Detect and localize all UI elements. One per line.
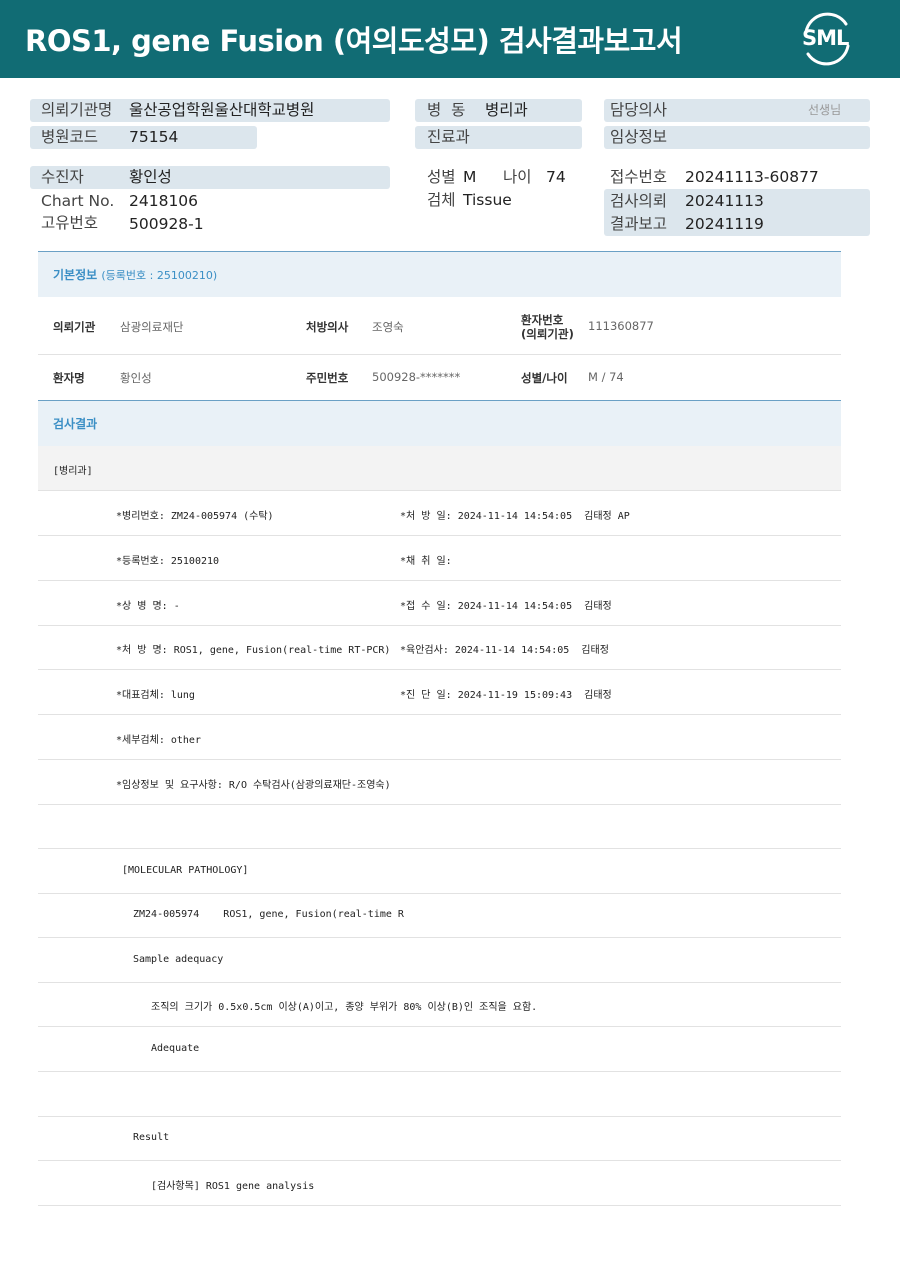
result-row-right: *진 단 일: 2024-11-19 15:09:43 김태정 — [400, 690, 612, 701]
results-header: 검사결과 — [38, 401, 841, 446]
result-row: *대표검체: lung *진 단 일: 2024-11-19 15:09:43 … — [38, 670, 841, 715]
requesting-org-value: 울산공업학원울산대학교병원 — [129, 101, 315, 119]
chart-no-value: 2418106 — [129, 192, 199, 210]
result-row: *상 병 명: - *접 수 일: 2024-11-14 14:54:05 김태… — [38, 581, 841, 626]
blank-row — [38, 1072, 841, 1117]
result-row-left: *세부검체: other — [116, 735, 201, 746]
molecular-pathology-title: [MOLECULAR PATHOLOGY] — [122, 865, 249, 876]
specimen-label: 검체 — [427, 191, 456, 209]
result-row-left: *상 병 명: - — [116, 601, 180, 612]
molecular-pathology-line: ZM24-005974 ROS1, gene, Fusion(real-time… — [133, 909, 404, 920]
sml-logo: SML — [798, 10, 856, 68]
result-row: *세부검체: other — [38, 715, 841, 760]
result-row-right: *육안검사: 2024-11-14 14:54:05 김태정 — [400, 645, 609, 656]
basic-info-title: 기본정보 (등록번호 : 25100210) — [53, 268, 218, 282]
result-row-left: *등록번호: 25100210 — [116, 556, 220, 567]
result-row: *등록번호: 25100210 *채 취 일: — [38, 536, 841, 581]
logo-text: SML — [802, 26, 849, 50]
result-title-row: Result — [38, 1116, 841, 1161]
prescriber-key: 처방의사 — [306, 320, 349, 334]
report-header: ROS1, gene Fusion (여의도성모) 검사결과보고서 SML — [0, 0, 900, 78]
basic-info-row-1: 의뢰기관 삼광의료재단 처방의사 조영숙 환자번호 (의뢰기관) 1113608… — [38, 297, 841, 355]
receipt-no-value: 20241113-60877 — [685, 168, 819, 186]
ward-label: 병 동 — [427, 101, 466, 119]
result-row-left: *처 방 명: ROS1, gene, Fusion(real-time RT-… — [116, 645, 391, 656]
registration-number: (등록번호 : 25100210) — [101, 269, 218, 282]
age-label: 나이 — [503, 168, 532, 186]
sex-age-key: 성별/나이 — [521, 371, 568, 385]
specimen-value: Tissue — [463, 191, 512, 209]
org-key: 의뢰기관 — [53, 320, 96, 334]
patient-value: 황인성 — [129, 168, 172, 186]
result-row: *처 방 명: ROS1, gene, Fusion(real-time RT-… — [38, 625, 841, 670]
sample-adequacy-desc: 조직의 크기가 0.5x0.5cm 이상(A)이고, 종양 부위가 80% 이상… — [151, 1002, 538, 1013]
name-key: 환자명 — [53, 371, 85, 385]
prescriber-value: 조영숙 — [372, 320, 404, 334]
sex-value: M — [463, 168, 477, 186]
adequacy-desc-row: 조직의 크기가 0.5x0.5cm 이상(A)이고, 종양 부위가 80% 이상… — [38, 982, 841, 1027]
patient-label: 수진자 — [41, 168, 84, 186]
report-title: ROS1, gene Fusion (여의도성모) 검사결과보고서 — [25, 24, 683, 58]
mp-title-row: [MOLECULAR PATHOLOGY] — [38, 849, 841, 894]
sample-adequacy-title: Sample adequacy — [133, 954, 224, 965]
hospital-code-label: 병원코드 — [41, 128, 99, 146]
unique-no-label: 고유번호 — [41, 214, 99, 232]
blank-row — [38, 804, 841, 849]
dept-row: [병리과] — [38, 446, 841, 491]
patient-no-key-sub: (의뢰기관) — [521, 327, 574, 341]
test-request-value: 20241113 — [685, 192, 764, 210]
adequacy-value-row: Adequate — [38, 1027, 841, 1072]
rrn-value: 500928-******* — [372, 370, 461, 384]
doctor-suffix: 선생님 — [808, 103, 842, 117]
name-value: 황인성 — [120, 371, 152, 385]
sex-label: 성별 — [427, 168, 456, 186]
result-row-left: *병리번호: ZM24-005974 (수탁) — [116, 511, 274, 522]
sex-age-value: M / 74 — [588, 370, 624, 384]
result-item: [검사항목] ROS1 gene analysis — [151, 1181, 315, 1192]
result-row-right: *채 취 일: — [400, 556, 452, 567]
result-row: *임상정보 및 요구사항: R/O 수탁검사(삼광의료재단-조영숙) — [38, 760, 841, 805]
mp-line-row: ZM24-005974 ROS1, gene, Fusion(real-time… — [38, 893, 841, 938]
result-item-row: [검사항목] ROS1 gene analysis — [38, 1161, 841, 1206]
basic-info-header: 기본정보 (등록번호 : 25100210) — [38, 251, 841, 297]
department-label: 진료과 — [427, 128, 470, 146]
result-report-label: 결과보고 — [610, 215, 668, 233]
unique-no-value: 500928-1 — [129, 215, 204, 233]
hospital-code-value: 75154 — [129, 128, 179, 146]
dept-label: [병리과] — [53, 466, 93, 477]
ward-value: 병리과 — [485, 101, 528, 119]
requesting-org-label: 의뢰기관명 — [41, 101, 113, 119]
result-row: *병리번호: ZM24-005974 (수탁) *처 방 일: 2024-11-… — [38, 491, 841, 536]
result-row-left: *대표검체: lung — [116, 690, 195, 701]
chart-no-label: Chart No. — [41, 192, 115, 210]
result-row-right: *처 방 일: 2024-11-14 14:54:05 김태정 AP — [400, 511, 630, 522]
result-row-right: *접 수 일: 2024-11-14 14:54:05 김태정 — [400, 601, 612, 612]
clinical-info-label: 임상정보 — [610, 128, 668, 146]
doctor-label: 담당의사 — [610, 101, 668, 119]
sample-adequacy-value: Adequate — [151, 1043, 200, 1054]
receipt-no-label: 접수번호 — [610, 168, 668, 186]
result-report-value: 20241119 — [685, 215, 764, 233]
patient-no-value: 111360877 — [588, 319, 654, 333]
test-request-label: 검사의뢰 — [610, 192, 668, 210]
org-value: 삼광의료재단 — [120, 320, 184, 334]
patient-bar — [30, 166, 390, 189]
result-title: Result — [133, 1132, 170, 1143]
results-title: 검사결과 — [53, 417, 98, 431]
rrn-key: 주민번호 — [306, 371, 349, 385]
basic-info-row-2: 환자명 황인성 주민번호 500928-******* 성별/나이 M / 74 — [38, 355, 841, 401]
result-row-left: *임상정보 및 요구사항: R/O 수탁검사(삼광의료재단-조영숙) — [116, 780, 391, 791]
age-value: 74 — [546, 168, 566, 186]
adequacy-title-row: Sample adequacy — [38, 938, 841, 983]
